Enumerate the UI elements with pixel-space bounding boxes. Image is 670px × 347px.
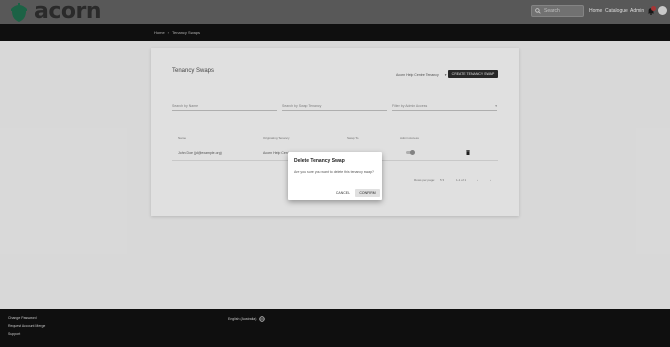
dialog-title: Delete Tenancy Swap — [294, 158, 345, 164]
confirm-button[interactable]: CONFIRM — [355, 189, 380, 197]
cancel-button[interactable]: CANCEL — [334, 190, 352, 196]
dialog-message: Are you sure you want to delete this ten… — [294, 170, 374, 174]
